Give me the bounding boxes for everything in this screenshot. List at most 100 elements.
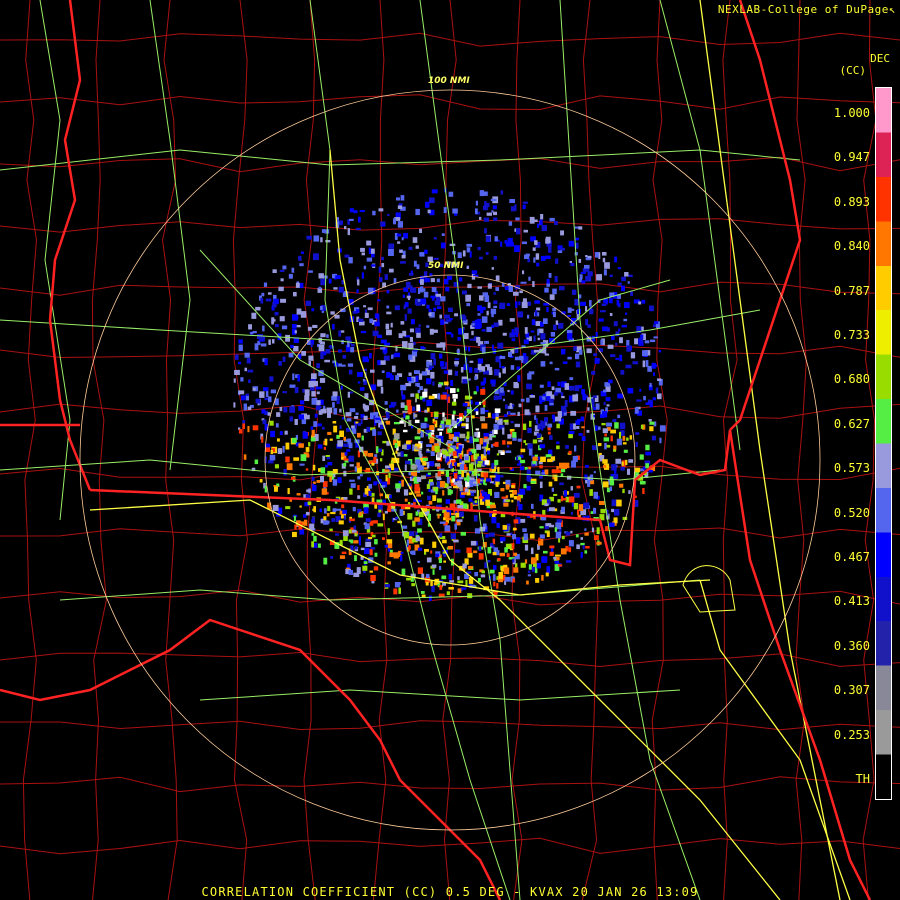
echo-pixel	[367, 477, 371, 481]
echo-pixel	[518, 403, 522, 408]
echo-pixel	[576, 544, 580, 550]
echo-pixel	[293, 457, 300, 461]
echo-pixel	[234, 369, 240, 375]
echo-pixel	[649, 382, 652, 388]
echo-pixel	[522, 423, 527, 430]
echo-pixel	[659, 437, 662, 444]
echo-pixel	[431, 287, 437, 293]
echo-pixel	[407, 308, 412, 314]
echo-pixel	[505, 404, 508, 409]
echo-pixel	[282, 391, 287, 394]
echo-pixel	[556, 441, 560, 444]
echo-pixel	[535, 470, 541, 475]
unit-label: DEC	[870, 52, 890, 65]
echo-pixel	[311, 541, 314, 548]
echo-pixel	[265, 298, 272, 302]
echo-pixel	[471, 270, 478, 274]
echo-pixel	[267, 412, 271, 416]
echo-pixel	[476, 337, 481, 343]
echo-pixel	[380, 360, 386, 365]
echo-pixel	[645, 402, 650, 405]
echo-pixel	[401, 255, 406, 259]
echo-pixel	[579, 274, 583, 280]
echo-pixel	[642, 488, 645, 494]
echo-pixel	[436, 343, 443, 348]
echo-pixel	[311, 397, 318, 405]
echo-pixel	[567, 315, 571, 318]
echo-pixel	[403, 429, 408, 433]
echo-pixel	[467, 283, 472, 289]
echo-pixel	[499, 387, 504, 393]
echo-pixel	[605, 397, 611, 402]
echo-pixel	[501, 496, 507, 499]
echo-pixel	[534, 300, 540, 304]
echo-pixel	[446, 591, 450, 596]
echo-pixel	[318, 468, 321, 472]
echo-pixel	[477, 358, 484, 364]
echo-pixel	[311, 532, 315, 536]
echo-pixel	[462, 320, 468, 323]
echo-pixel	[495, 275, 500, 281]
echo-pixel	[474, 432, 478, 437]
echo-pixel	[415, 398, 417, 403]
legend-tick: 0.627	[833, 416, 870, 431]
echo-pixel	[375, 446, 379, 454]
echo-pixel	[311, 483, 315, 487]
echo-pixel	[513, 382, 518, 388]
echo-pixel	[329, 438, 333, 441]
echo-pixel	[549, 435, 553, 440]
echo-pixel	[400, 451, 404, 457]
echo-pixel	[649, 426, 654, 432]
echo-pixel	[609, 313, 613, 316]
echo-pixel	[504, 547, 508, 553]
echo-pixel	[539, 399, 545, 402]
echo-pixel	[541, 421, 546, 429]
echo-pixel	[497, 557, 501, 562]
echo-pixel	[326, 407, 333, 413]
echo-pixel	[581, 389, 586, 395]
radar-map: 50 NMI 100 NMI	[0, 0, 900, 900]
echo-pixel	[359, 474, 363, 477]
echo-pixel	[444, 525, 450, 532]
echo-pixel	[343, 463, 347, 467]
echo-pixel	[364, 405, 368, 412]
echo-pixel	[272, 269, 277, 273]
echo-pixel	[477, 473, 481, 476]
echo-pixel	[282, 265, 287, 270]
echo-pixel	[307, 326, 312, 331]
echo-pixel	[509, 490, 514, 493]
echo-pixel	[564, 383, 569, 390]
echo-pixel	[490, 542, 494, 547]
echo-pixel	[582, 394, 587, 401]
echo-pixel	[458, 277, 463, 282]
echo-pixel	[244, 352, 250, 358]
echo-pixel	[371, 253, 375, 258]
echo-pixel	[381, 370, 385, 373]
echo-pixel	[507, 434, 512, 439]
echo-pixel	[466, 475, 469, 483]
echo-pixel	[493, 292, 496, 295]
echo-pixel	[523, 533, 528, 541]
echo-pixel	[319, 341, 325, 345]
echo-pixel	[520, 459, 526, 464]
echo-pixel	[434, 463, 440, 467]
echo-pixel	[474, 572, 478, 577]
echo-pixel	[379, 277, 383, 283]
echo-pixel	[507, 411, 511, 415]
echo-pixel	[508, 285, 513, 292]
echo-pixel	[512, 527, 517, 531]
echo-pixel	[568, 385, 575, 391]
echo-pixel	[476, 385, 479, 392]
echo-pixel	[618, 328, 621, 332]
echo-pixel	[545, 236, 551, 244]
echo-pixel	[269, 454, 276, 461]
echo-pixel	[540, 214, 544, 220]
echo-pixel	[517, 375, 521, 382]
echo-pixel	[512, 432, 517, 438]
legend-tick: 0.467	[833, 550, 870, 564]
echo-pixel	[378, 509, 382, 513]
echo-pixel	[523, 339, 529, 345]
echo-pixel	[433, 307, 437, 312]
echo-pixel	[363, 561, 368, 564]
echo-pixel	[584, 264, 590, 269]
